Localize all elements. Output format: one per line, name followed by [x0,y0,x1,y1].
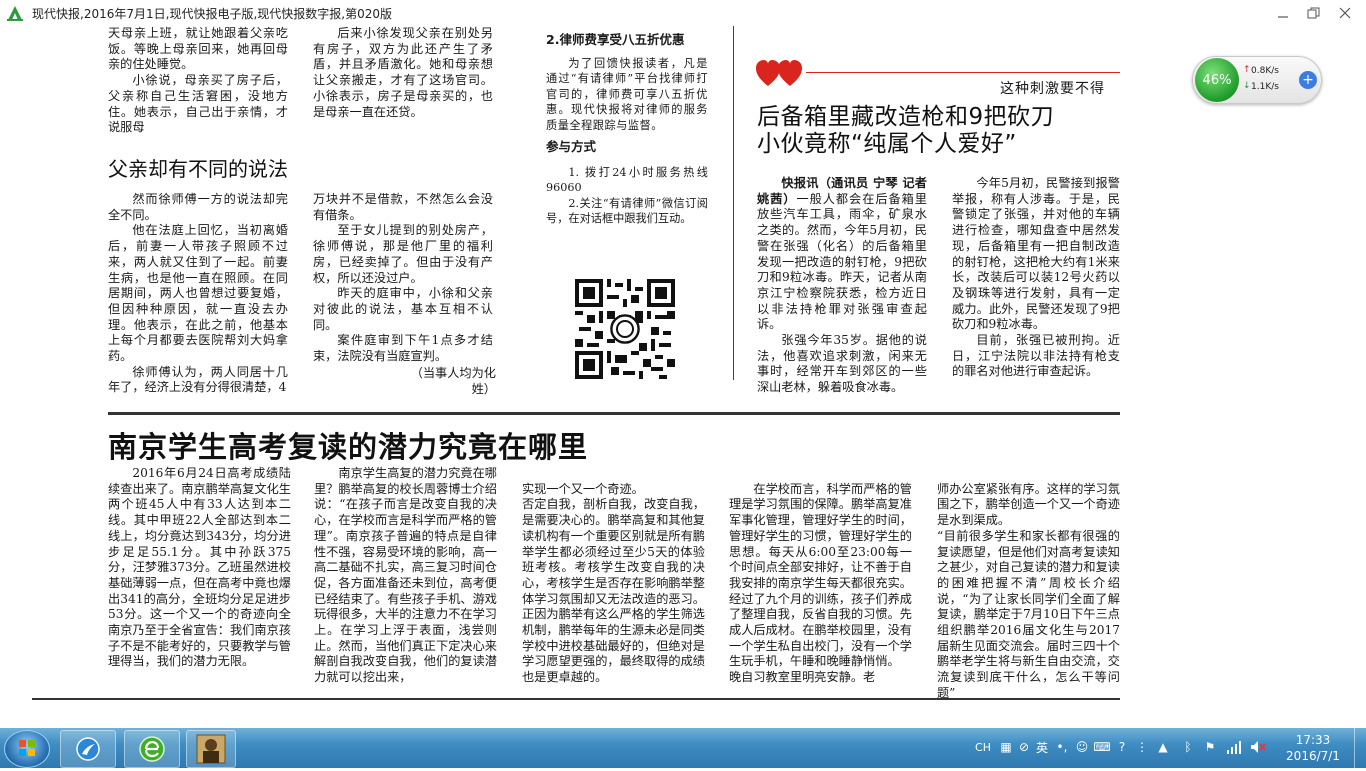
column-divider [733,26,734,380]
close-icon [1339,7,1351,19]
headline-line-1: 后备箱里藏改造枪和9把砍刀 [757,104,1055,130]
paragraph: 一般人都会在后备箱里放些汽车工具，雨伞，矿泉水之类的。然而，今年5月初，民警在张… [757,191,927,332]
download-speed: 1.1K/s [1251,82,1279,92]
ime-tool-icon[interactable]: ▦ [998,739,1014,755]
ime-menu-icon[interactable]: ⋮ [1134,739,1150,755]
paragraph: 天母亲上班，就让她跟着父亲吃饭。等晚上母亲回来，她再回母亲的住处睡觉。 [108,26,288,72]
exam-col1: 2016年6月24日高考成绩陆续查出来了。南京鹏举高复文化生两个班45人中有33… [108,466,291,670]
hearts-icon [756,60,802,86]
exam-col2: 南京学生高复的潜力究竟在哪里？鹏举高复的校长周蓉博士介绍说：“在孩子而言是改变自… [314,466,497,686]
ime-punct-icon[interactable]: •, [1054,739,1070,755]
volume-muted-icon[interactable] [1250,739,1266,755]
close-button[interactable] [1330,2,1360,24]
sidebar-item-title: 2.律师费享受八五折优惠 [546,32,685,47]
paragraph: 后来小徐发现父亲在别处另有房子，双方为此还产生了矛盾，并且矛盾激化。她和母亲想让… [313,26,493,119]
tray-expand-icon[interactable]: ▲ [1155,739,1171,755]
article-kicker: 这种刺激要不得 [1000,81,1105,97]
help-icon[interactable]: ? [1114,739,1130,755]
paragraph: 然而徐师傅一方的说法却完全不同。 [108,192,288,222]
exam-col5: 师办公室紧张有序。这样的学习氛围之下，鹏举创造一个又一个奇迹是水到渠成。 “目前… [937,466,1120,717]
language-indicator[interactable]: CH [972,739,994,755]
exam-col3: 实现一个又一个奇迹。 否定自我，剖析自我，改变自我，是需要决心的。鹏举高复和其他… [522,466,705,702]
taskbar-app-photo[interactable] [186,730,236,768]
app-logo-icon [7,6,23,21]
minimize-button[interactable] [1268,2,1298,24]
kicker-line [806,72,1120,73]
exam-headline: 南京学生高考复读的潜力究竟在哪里 [108,430,589,464]
upload-speed: 0.8K/s [1251,66,1279,76]
start-button[interactable] [4,730,50,768]
paragraph: 在学校而言，科学而严格的管理是学习氛围的保障。鹏举高复准军事化管理，管理好学生的… [729,481,912,685]
network-signal-icon[interactable] [1226,739,1242,755]
taskbar-app-browser[interactable] [60,730,116,768]
paragraph: 目前，张强已被刑拘。近日，江宁法院以非法持有枪支的罪名对他进行审查起诉。 [952,333,1120,379]
windows-logo-icon [19,740,35,756]
sidebar-how-title: 参与方式 [546,139,597,155]
article-note: （当事人均为化姓） [410,366,496,396]
browser-icon [76,737,100,761]
restore-icon [1307,7,1319,18]
page-bottom-rule [32,698,1120,700]
system-clock[interactable]: 17:33 2016/7/1 [1278,732,1348,764]
paragraph: 至于女儿提到的别处房产，徐师傅说，那是他厂里的福利房，已经卖掉了。但由于没有产权… [313,223,493,285]
network-speed-widget[interactable]: 46% ↑ 0.8K/s ↓ 1.1K/s + [1192,56,1322,104]
article-continued-col2: 后来小徐发现父亲在别处另有房子，双方为此还产生了矛盾，并且矛盾激化。她和母亲想让… [313,26,493,120]
lawyer-sidebar: 2.律师费享受八五折优惠 为了回馈快报读者，凡是通过“有请律师”平台找律师打官司… [546,32,708,227]
ime-block-icon[interactable]: ⊘ [1016,739,1032,755]
paragraph: 2016年6月24日高考成绩陆续查出来了。南京鹏举高复文化生两个班45人中有33… [108,466,291,669]
sidebar-how-item: 2.关注“有请律师”微信订阅号，在对话框中跟我们互动。 [546,196,708,226]
gun-article-col1: 快报讯（通讯员 宁琴 记者 姚茜）一般人都会在后备箱里放些汽车工具，雨伞，矿泉水… [757,176,927,396]
paragraph: 张强今年35岁。据他的说法，他喜欢追求刺激，闲来无事时，经常开车到郊区的一些深山… [757,333,927,395]
bluetooth-icon[interactable]: ᛒ [1180,739,1196,755]
clock-time: 17:33 [1295,733,1331,747]
upload-arrow-icon: ↑ [1243,65,1251,75]
paragraph: 师办公室紧张有序。这样的学习氛围之下，鹏举创造一个又一个奇迹是水到渠成。 “目前… [937,481,1120,700]
section-subheading: 父亲却有不同的说法 [108,157,288,181]
article-continued-col1: 天母亲上班，就让她跟着父亲吃饭。等晚上母亲回来，她再回母亲的住处睡觉。 小徐说，… [108,26,288,136]
article-body-col1: 然而徐师傅一方的说法却完全不同。 他在法庭上回忆，当初离婚后，前妻一人带孩子照顾… [108,192,288,396]
photo-viewer-icon [196,734,226,764]
security-icon[interactable]: ⚑ [1202,739,1218,755]
show-desktop-button[interactable] [1354,728,1366,768]
ime-skin-icon[interactable]: ☺ [1074,739,1090,755]
newspaper-page[interactable]: 天母亲上班，就让她跟着父亲吃饭。等晚上母亲回来，她再回母亲的住处睡觉。 小徐说，… [0,26,1366,728]
green-e-icon [139,736,165,762]
window-title: 现代快报,2016年7月1日,现代快报电子版,现代快报数字报,第020版 [32,7,392,21]
signal-bars-icon [1227,741,1241,754]
taskbar-app-ie[interactable] [124,730,180,768]
window-titlebar: 现代快报,2016年7月1日,现代快报电子版,现代快报数字报,第020版 [0,0,1366,27]
gun-article-col2: 今年5月初，民警接到报警举报，称有人涉毒。于是，民警锁定了张强，并对他的车辆进行… [952,176,1120,380]
paragraph: 今年5月初，民警接到报警举报，称有人涉毒。于是，民警锁定了张强，并对他的车辆进行… [952,176,1120,332]
article-headline: 后备箱里藏改造枪和9把砍刀 小伙竟称“纯属个人爱好” [757,104,1054,158]
clock-date: 2016/7/1 [1286,749,1340,763]
download-arrow-icon: ↓ [1243,81,1251,91]
ime-mode[interactable]: 英 [1034,739,1050,755]
section-rule [108,412,1120,415]
paragraph: 徐师傅认为，两人同居十几年了，经济上没有分得很清楚，4 [108,364,288,395]
taskbar: CH ▦ ⊘ 英 •, ☺ ⌨ ? ⋮ ▲ ᛒ ⚑ 17:33 2016/7/1 [0,728,1366,768]
exam-col4: 在学校而言，科学而严格的管理是学习氛围的保障。鹏举高复准军事化管理，管理好学生的… [729,466,912,702]
minimize-icon [1278,16,1288,18]
sidebar-item-text: 为了回馈快报读者，凡是通过“有请律师”平台找律师打官司的，律师费可享八五折优惠。… [546,56,708,132]
sidebar-how-item: 1. 拨打24小时服务热线96060 [546,165,708,195]
qr-code-image [575,279,675,379]
article-body-col2: 万块并不是借款，不然怎么会没有借条。 至于女儿提到的别处房产，徐师傅说，那是他厂… [313,192,493,365]
speaker-icon [1251,741,1266,753]
maximize-button[interactable] [1298,2,1328,24]
paragraph: 案件庭审到下午1点多才结束，法院没有当庭宣判。 [313,333,493,364]
headline-line-2: 小伙竟称“纯属个人爱好” [757,131,1017,157]
paragraph: 万块并不是借款，不然怎么会没有借条。 [313,192,493,222]
paragraph: 小徐说，母亲买了房子后，父亲称自己生活窘困，没地方住。她表示，自己出于亲情，才说… [108,73,288,135]
paragraph: 昨天的庭审中，小徐和父亲对彼此的说法，基本互相不认同。 [313,286,493,332]
network-usage-ball: 46% [1195,58,1239,102]
accelerate-button[interactable]: + [1299,71,1317,89]
paragraph: 他在法庭上回忆，当初离婚后，前妻一人带孩子照顾不过来，两人就又住到了一起。前妻生… [108,223,288,364]
paragraph: 南京学生高复的潜力究竟在哪里？鹏举高复的校长周蓉博士介绍说：“在孩子而言是改变自… [314,466,497,685]
ime-keyboard-icon[interactable]: ⌨ [1093,739,1110,755]
paragraph: 实现一个又一个奇迹。 否定自我，剖析自我，改变自我，是需要决心的。鹏举高复和其他… [522,481,705,685]
